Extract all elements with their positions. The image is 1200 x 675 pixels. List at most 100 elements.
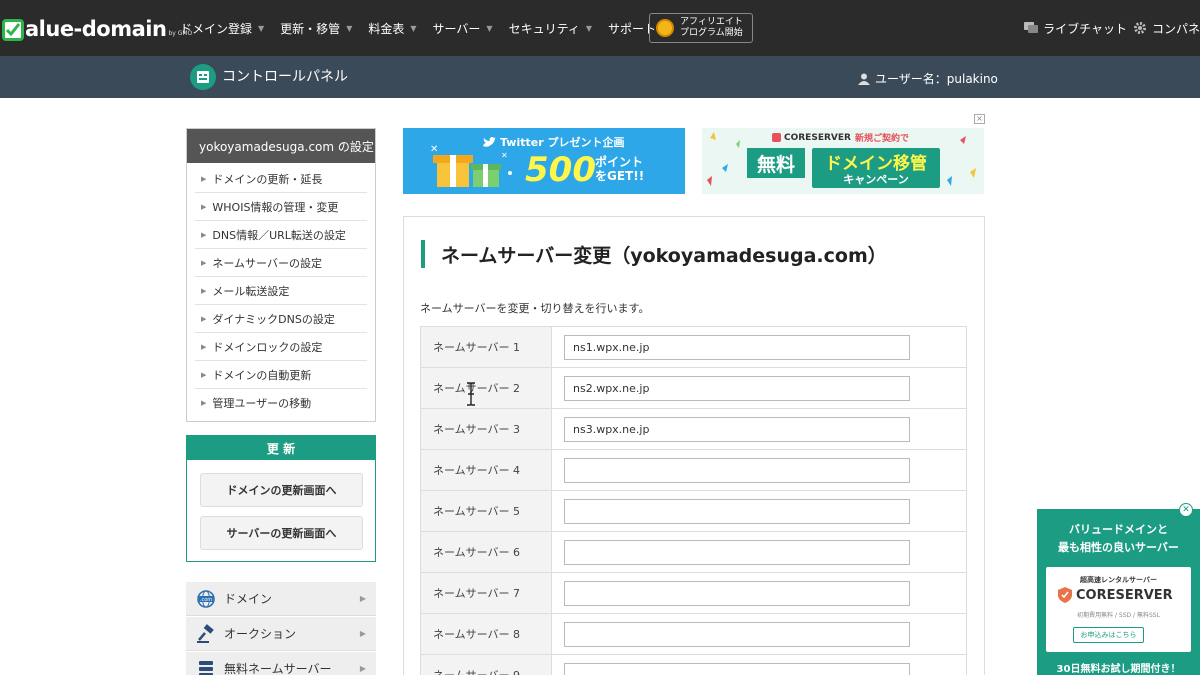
- side-ad-title-line1: バリュードメインと: [1069, 523, 1168, 536]
- nameserver-label: ネームサーバー 1: [421, 327, 552, 367]
- category-free-nameserver[interactable]: 無料ネームサーバー ▶: [186, 652, 376, 675]
- triangle-right-icon: ▶: [359, 629, 366, 638]
- update-title: 更 新: [187, 436, 375, 460]
- coin-icon: [656, 19, 674, 37]
- server-update-button[interactable]: サーバーの更新画面へ: [200, 516, 363, 550]
- nav-renew-transfer[interactable]: 更新・移管 ▼: [280, 20, 352, 37]
- settings-item-label: DNS情報／URL転送の設定: [212, 228, 346, 242]
- live-chat-link[interactable]: ライブチャット: [1024, 20, 1127, 37]
- table-row: ネームサーバー 3: [420, 409, 967, 450]
- settings-item-dns[interactable]: ▶ DNS情報／URL転送の設定: [195, 221, 367, 249]
- nav-label: サーバー: [432, 21, 481, 36]
- twitter-500: 500: [525, 150, 596, 190]
- logo-text: alue-domain: [25, 17, 167, 41]
- control-panel-label: コンパネ: [1151, 21, 1200, 36]
- nameserver-2-input[interactable]: [564, 375, 910, 401]
- settings-item-label: ドメインの自動更新: [212, 368, 312, 382]
- banner-close-icon[interactable]: ×: [974, 114, 985, 124]
- top-right-links: ライブチャット コンパネ: [1018, 0, 1200, 56]
- category-domain[interactable]: .com ドメイン ▶: [186, 582, 376, 616]
- chat-icon: [1024, 22, 1039, 33]
- control-panel-title: コントロールパネル: [222, 69, 348, 85]
- gear-icon: [1133, 22, 1146, 34]
- settings-item-label: ダイナミックDNSの設定: [212, 312, 335, 326]
- svg-text:✕: ✕: [430, 144, 438, 155]
- triangle-right-icon: ▶: [359, 594, 366, 603]
- nameserver-9-input[interactable]: [564, 662, 910, 675]
- affiliate-text: アフィリエイト プログラム開始: [680, 17, 743, 39]
- settings-item-move-user[interactable]: ▶ 管理ユーザーの移動: [195, 389, 367, 417]
- value-domain-logo[interactable]: alue-domain by GMO: [2, 13, 192, 41]
- globe-com-icon: .com: [197, 589, 215, 608]
- nameserver-1-input[interactable]: [564, 334, 910, 360]
- settings-item-label: WHOIS情報の管理・変更: [212, 200, 339, 214]
- domain-update-button[interactable]: ドメインの更新画面へ: [200, 473, 363, 507]
- category-auction[interactable]: オークション ▶: [186, 617, 376, 651]
- nameserver-8-input[interactable]: [564, 621, 910, 647]
- table-row: ネームサーバー 8: [420, 614, 967, 655]
- category-label: ドメイン: [224, 592, 273, 606]
- table-row: ネームサーバー 2: [420, 368, 967, 409]
- settings-item-lock[interactable]: ▶ ドメインロックの設定: [195, 333, 367, 361]
- chevron-down-icon: ▼: [258, 23, 265, 33]
- coreserver-top: CORESERVER 新規ご契約で: [772, 131, 909, 144]
- svg-text:.com: .com: [200, 597, 212, 603]
- triangle-right-icon: ▶: [201, 174, 207, 183]
- coreserver-free: 無料: [747, 148, 805, 178]
- close-icon[interactable]: ✕: [1179, 503, 1193, 517]
- twitter-title-text: Twitter プレゼント企画: [500, 136, 625, 149]
- nav-security[interactable]: セキュリティ ▼: [509, 20, 592, 37]
- settings-item-label: メール転送設定: [212, 284, 290, 298]
- twitter-campaign-banner[interactable]: ✕ ✕ Twitter プレゼント企画 500 ポイント をGET!!: [403, 128, 685, 194]
- twitter-get-text: をGET!!: [595, 169, 645, 183]
- triangle-right-icon: ▶: [201, 286, 207, 295]
- username-label: ユーザー名：pulakino: [875, 72, 998, 86]
- svg-text:✕: ✕: [501, 151, 508, 160]
- nav-pricing[interactable]: 料金表 ▼: [368, 20, 416, 37]
- table-row: ネームサーバー 6: [420, 532, 967, 573]
- triangle-right-icon: ▶: [201, 399, 207, 407]
- coreserver-suffix: 新規ご契約で: [854, 134, 909, 144]
- nameserver-table: ネームサーバー 1 ネームサーバー 2 ネームサーバー 3 ネームサーバー 4 …: [420, 326, 967, 675]
- side-ad-apply-button[interactable]: お申込みはこちら: [1073, 627, 1144, 643]
- affiliate-line1: アフィリエイト: [680, 17, 743, 27]
- side-ad-spec: 初期費用無料 / SSD / 無料SSL: [1077, 612, 1160, 619]
- domain-settings-title: yokoyamadesuga.com の設定: [187, 129, 375, 163]
- settings-item-whois[interactable]: ▶ WHOIS情報の管理・変更: [195, 193, 367, 221]
- twitter-points: ポイント をGET!!: [595, 155, 644, 183]
- page-description: ネームサーバーを変更・切り替えを行います。: [420, 302, 650, 315]
- side-ad-footer: 30日無料お試し期間付き！: [1056, 664, 1181, 675]
- nav-server[interactable]: サーバー ▼: [433, 20, 493, 37]
- coreserver-box: ドメイン移管 キャンペーン: [812, 148, 940, 188]
- nav-label: ドメイン登録: [180, 21, 253, 36]
- settings-item-label: 管理ユーザーの移動: [212, 397, 312, 410]
- affiliate-line2: プログラム開始: [680, 28, 743, 38]
- chevron-down-icon: ▼: [410, 23, 417, 33]
- nav-domain-register[interactable]: ドメイン登録 ▼: [180, 20, 264, 37]
- twitter-bird-icon: [483, 136, 496, 147]
- settings-item-auto-renew[interactable]: ▶ ドメインの自動更新: [195, 361, 367, 389]
- nameserver-5-input[interactable]: [564, 498, 910, 524]
- coreserver-campaign-banner[interactable]: CORESERVER 新規ご契約で 無料 ドメイン移管 キャンペーン: [702, 128, 984, 194]
- settings-item-renew[interactable]: ▶ ドメインの更新・延長: [195, 165, 367, 193]
- side-ad-title: バリュードメインと 最も相性の良いサーバー: [1037, 521, 1200, 557]
- triangle-right-icon: ▶: [201, 370, 207, 379]
- table-row: ネームサーバー 5: [420, 491, 967, 532]
- nav-label: セキュリティ: [508, 21, 580, 36]
- affiliate-program-button[interactable]: アフィリエイト プログラム開始: [649, 13, 753, 43]
- control-panel-link[interactable]: コンパネ: [1133, 20, 1200, 37]
- settings-item-ddns[interactable]: ▶ ダイナミックDNSの設定: [195, 305, 367, 333]
- coreserver-brand: CORESERVER: [784, 132, 851, 143]
- table-row: ネームサーバー 9: [420, 655, 967, 675]
- nameserver-3-input[interactable]: [564, 416, 910, 442]
- page-title: ネームサーバー変更（yokoyamadesuga.com）: [421, 240, 887, 268]
- nameserver-4-input[interactable]: [564, 457, 910, 483]
- settings-item-mail-forward[interactable]: ▶ メール転送設定: [195, 277, 367, 305]
- nameserver-7-input[interactable]: [564, 580, 910, 606]
- triangle-right-icon: ▶: [201, 258, 207, 267]
- nameserver-label: ネームサーバー 5: [421, 491, 552, 531]
- settings-item-nameserver[interactable]: ▶ ネームサーバーの設定: [195, 249, 367, 277]
- triangle-right-icon: ▶: [359, 664, 366, 673]
- side-ad-subtitle: 超高速レンタルサーバー: [1080, 576, 1157, 584]
- nameserver-6-input[interactable]: [564, 539, 910, 565]
